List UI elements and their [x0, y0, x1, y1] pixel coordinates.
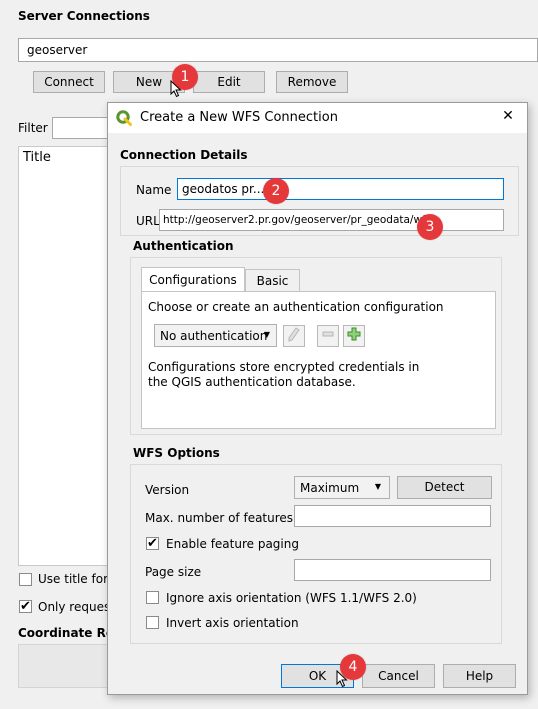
invert-axis-label: Invert axis orientation: [166, 616, 299, 630]
use-title-label: Use title for l: [38, 572, 116, 586]
step-badge-2: 2: [263, 178, 289, 204]
chevron-down-icon: ▼: [263, 330, 270, 339]
server-connections-heading: Server Connections: [18, 9, 150, 23]
edit-button[interactable]: Edit: [193, 71, 265, 93]
qgis-logo-icon: [116, 110, 132, 126]
version-select[interactable]: Maximum ▼: [294, 476, 390, 499]
invert-axis-checkbox[interactable]: [146, 616, 159, 629]
wfs-connection-dialog: Create a New WFS Connection ✕ Connection…: [107, 102, 528, 695]
tab-configurations[interactable]: Configurations: [141, 267, 245, 292]
checkmark-icon: ✔: [147, 536, 158, 551]
mouse-cursor-icon: [336, 670, 348, 688]
page-size-input[interactable]: [294, 559, 491, 581]
name-input-value: geodatos pr...: [182, 182, 265, 196]
close-icon[interactable]: ✕: [498, 108, 518, 124]
filter-input[interactable]: [52, 117, 112, 139]
max-features-input[interactable]: [294, 505, 491, 527]
connection-select-value: geoserver: [27, 43, 88, 57]
dialog-title: Create a New WFS Connection: [140, 110, 338, 125]
wfs-options-heading: WFS Options: [133, 446, 220, 460]
table-header-title: Title: [23, 150, 51, 165]
max-features-label: Max. number of features: [145, 511, 294, 525]
config-info-text: Configurations store encrypted credentia…: [148, 360, 420, 389]
page-size-label: Page size: [145, 565, 202, 579]
layers-table[interactable]: Title: [18, 146, 118, 566]
choose-config-text: Choose or create an authentication confi…: [148, 300, 444, 314]
checkmark-icon: ✔: [20, 599, 31, 614]
chevron-down-icon: ▼: [374, 482, 381, 491]
remove-config-icon[interactable]: [317, 325, 339, 347]
help-button[interactable]: Help: [443, 664, 516, 688]
ignore-axis-checkbox[interactable]: [146, 591, 159, 604]
name-label: Name: [136, 183, 172, 197]
mouse-cursor-icon: [170, 80, 182, 98]
authentication-heading: Authentication: [133, 239, 234, 253]
filter-label: Filter: [18, 121, 48, 135]
use-title-checkbox[interactable]: [19, 573, 32, 586]
dialog-title-bar: Create a New WFS Connection ✕: [108, 103, 527, 133]
connect-button[interactable]: Connect: [33, 71, 105, 93]
connection-details-heading: Connection Details: [120, 148, 248, 162]
auth-config-select[interactable]: No authentication ▼: [154, 324, 277, 347]
coordinate-ref-box: [18, 644, 118, 688]
coordinate-ref-heading: Coordinate Ref: [18, 626, 120, 640]
url-input[interactable]: http://geoserver2.pr.gov/geoserver/pr_ge…: [159, 209, 504, 231]
tab-basic[interactable]: Basic: [245, 269, 300, 292]
version-label: Version: [145, 483, 190, 497]
only-request-label: Only request: [38, 600, 115, 614]
edit-config-icon[interactable]: [283, 325, 305, 347]
cancel-button[interactable]: Cancel: [362, 664, 435, 688]
connection-select[interactable]: geoserver: [18, 38, 538, 62]
enable-paging-checkbox[interactable]: ✔: [146, 537, 159, 550]
add-config-icon[interactable]: [343, 325, 365, 347]
auth-config-select-value: No authentication: [160, 329, 268, 343]
configurations-panel: Choose or create an authentication confi…: [141, 291, 496, 429]
enable-paging-label: Enable feature paging: [166, 537, 299, 551]
url-label: URL: [136, 214, 160, 228]
detect-button[interactable]: Detect: [397, 476, 492, 499]
remove-button[interactable]: Remove: [276, 71, 348, 93]
only-request-checkbox[interactable]: ✔: [19, 600, 32, 613]
ignore-axis-label: Ignore axis orientation (WFS 1.1/WFS 2.0…: [166, 591, 417, 605]
name-input[interactable]: geodatos pr...: [177, 178, 504, 200]
step-badge-3: 3: [417, 214, 443, 240]
url-input-value: http://geoserver2.pr.gov/geoserver/pr_ge…: [163, 214, 432, 226]
version-select-value: Maximum: [300, 481, 360, 495]
